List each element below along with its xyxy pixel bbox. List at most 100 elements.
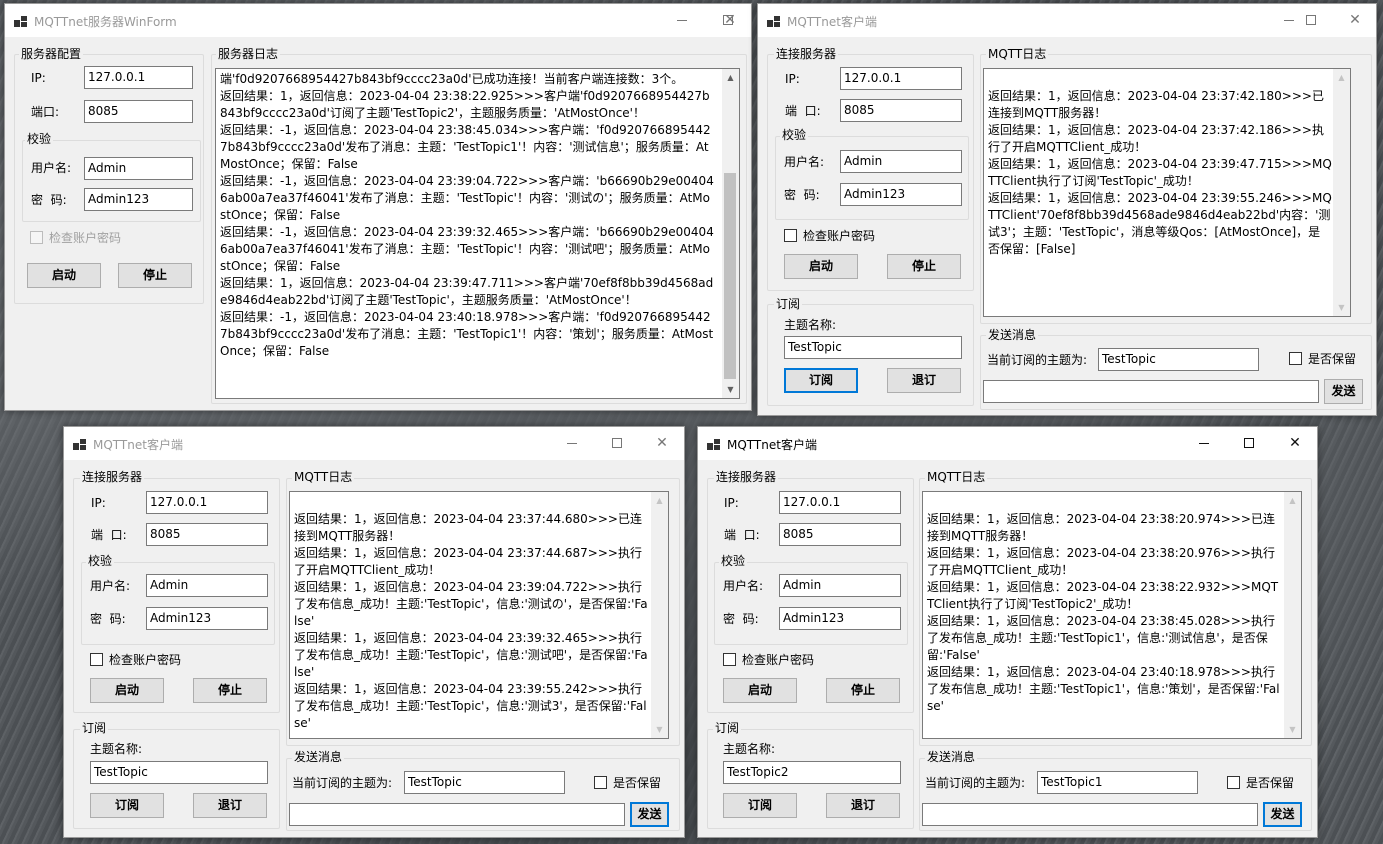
scroll-thumb[interactable]: [724, 173, 736, 379]
start-button[interactable]: 启动: [784, 254, 858, 279]
username-input[interactable]: Admin: [779, 574, 901, 597]
ip-input[interactable]: 127.0.0.1: [840, 67, 962, 90]
title-bar[interactable]: MQTTnet客户端 ✕: [698, 427, 1317, 460]
port-input[interactable]: 8085: [779, 523, 901, 546]
current-topic-input[interactable]: TestTopic: [1098, 348, 1259, 371]
message-input[interactable]: [289, 803, 625, 826]
title-bar[interactable]: MQTTnet服务器WinForm: [5, 4, 751, 37]
unsubscribe-button[interactable]: 退订: [826, 793, 900, 818]
group-label: 订阅: [713, 721, 742, 735]
close-icon[interactable]: ✕: [639, 427, 685, 460]
ip-input[interactable]: 127.0.0.1: [146, 491, 268, 514]
send-button[interactable]: 发送: [630, 802, 669, 827]
title-bar[interactable]: MQTTnet客户端 ✕: [64, 427, 684, 460]
username-input[interactable]: Admin: [840, 150, 962, 173]
close-icon[interactable]: ✕: [1332, 4, 1378, 37]
topic-label: 主题名称:: [90, 742, 143, 756]
password-input[interactable]: Admin123: [146, 607, 268, 630]
stop-button[interactable]: 停止: [826, 678, 900, 703]
password-input[interactable]: Admin123: [84, 188, 193, 211]
current-topic-input[interactable]: TestTopic1: [1037, 771, 1198, 794]
retain-checkbox[interactable]: 是否保留: [594, 775, 661, 791]
scroll-up-icon[interactable]: ▲: [651, 492, 668, 509]
maximize-icon[interactable]: [594, 427, 640, 460]
stop-button[interactable]: 停止: [118, 263, 192, 288]
username-input[interactable]: Admin: [146, 574, 268, 597]
scroll-down-icon[interactable]: ▼: [1333, 299, 1350, 316]
username-input[interactable]: Admin: [84, 157, 193, 180]
message-input[interactable]: [983, 380, 1319, 403]
topic-input[interactable]: TestTopic: [784, 336, 962, 359]
check-account-checkbox[interactable]: 检查账户密码: [784, 228, 875, 244]
close-icon[interactable]: ✕: [707, 4, 753, 37]
log-scrollbar[interactable]: ▲ ▼: [722, 69, 739, 398]
current-topic-label: 当前订阅的主题为:: [925, 776, 1026, 790]
topic-input[interactable]: TestTopic: [90, 761, 268, 784]
scroll-up-icon[interactable]: ▲: [722, 69, 739, 86]
close-icon[interactable]: ✕: [1272, 427, 1318, 460]
maximize-icon[interactable]: [1226, 427, 1272, 460]
mqtt-log-textbox[interactable]: 返回结果：1，返回信息：2023-04-04 23:37:44.680>>>已连…: [289, 491, 669, 739]
ip-input[interactable]: 127.0.0.1: [779, 491, 901, 514]
maximize-icon[interactable]: [1288, 4, 1334, 37]
retain-checkbox[interactable]: 是否保留: [1227, 775, 1294, 791]
port-label: 端口:: [31, 105, 60, 119]
send-button[interactable]: 发送: [1324, 379, 1363, 404]
mqtt-log-textbox[interactable]: 返回结果：1，返回信息：2023-04-04 23:38:20.974>>>已连…: [922, 491, 1302, 739]
retain-checkbox[interactable]: 是否保留: [1289, 351, 1356, 367]
start-button[interactable]: 启动: [90, 678, 164, 703]
group-label: MQTT日志: [292, 470, 355, 484]
group-label: 发送消息: [986, 328, 1039, 342]
server-log-textbox[interactable]: 端'f0d9207668954427b843bf9cccc23a0d'已成功连接…: [215, 68, 740, 399]
server-window: MQTTnet服务器WinForm ✕ 服务器配置 IP: 127.0.0.1 …: [4, 3, 752, 411]
group-label: 发送消息: [925, 750, 978, 764]
window-title: MQTTnet客户端: [727, 438, 817, 452]
check-account-checkbox[interactable]: 检查账户密码: [30, 230, 121, 246]
scroll-down-icon[interactable]: ▼: [722, 381, 739, 398]
current-topic-input[interactable]: TestTopic: [404, 771, 565, 794]
title-bar[interactable]: MQTTnet客户端 ✕: [758, 4, 1376, 37]
checkbox-label: 检查账户密码: [803, 229, 876, 243]
send-button[interactable]: 发送: [1263, 802, 1302, 827]
ip-label: IP:: [785, 72, 800, 86]
stop-button[interactable]: 停止: [193, 678, 267, 703]
unsubscribe-button[interactable]: 退订: [193, 793, 267, 818]
unsubscribe-button[interactable]: 退订: [887, 368, 961, 393]
checkbox-box: [784, 229, 797, 242]
group-label: 服务器配置: [19, 47, 84, 61]
subscribe-button[interactable]: 订阅: [90, 793, 164, 818]
start-button[interactable]: 启动: [723, 678, 797, 703]
message-input[interactable]: [922, 803, 1258, 826]
minimize-icon[interactable]: [1181, 427, 1227, 460]
check-account-checkbox[interactable]: 检查账户密码: [90, 652, 181, 668]
ip-input[interactable]: 127.0.0.1: [84, 66, 193, 89]
password-input[interactable]: Admin123: [840, 183, 962, 206]
log-text: 返回结果：1，返回信息：2023-04-04 23:37:44.680>>>已连…: [294, 512, 648, 730]
port-input[interactable]: 8085: [84, 100, 193, 123]
group-label: 连接服务器: [714, 470, 779, 484]
stop-button[interactable]: 停止: [887, 254, 961, 279]
app-icon: [707, 439, 720, 450]
ip-label: IP:: [724, 496, 739, 510]
scroll-up-icon[interactable]: ▲: [1333, 69, 1350, 86]
scroll-up-icon[interactable]: ▲: [1284, 492, 1301, 509]
topic-input[interactable]: TestTopic2: [723, 761, 901, 784]
checkbox-label: 检查账户密码: [742, 653, 815, 667]
port-input[interactable]: 8085: [146, 523, 268, 546]
scroll-down-icon[interactable]: ▼: [1284, 721, 1301, 738]
port-input[interactable]: 8085: [840, 99, 962, 122]
password-input[interactable]: Admin123: [779, 607, 901, 630]
app-icon: [767, 16, 780, 27]
log-scrollbar[interactable]: ▲ ▼: [1284, 492, 1301, 738]
subscribe-button[interactable]: 订阅: [784, 368, 858, 393]
minimize-icon[interactable]: [659, 4, 705, 37]
mqtt-log-textbox[interactable]: 返回结果：1，返回信息：2023-04-04 23:37:42.180>>>已连…: [983, 68, 1351, 317]
log-scrollbar[interactable]: ▲ ▼: [1333, 69, 1350, 316]
minimize-icon[interactable]: [549, 427, 595, 460]
scroll-down-icon[interactable]: ▼: [651, 721, 668, 738]
group-label: 校验: [86, 554, 115, 568]
subscribe-button[interactable]: 订阅: [723, 793, 797, 818]
check-account-checkbox[interactable]: 检查账户密码: [723, 652, 814, 668]
start-button[interactable]: 启动: [27, 263, 101, 288]
log-scrollbar[interactable]: ▲ ▼: [651, 492, 668, 738]
